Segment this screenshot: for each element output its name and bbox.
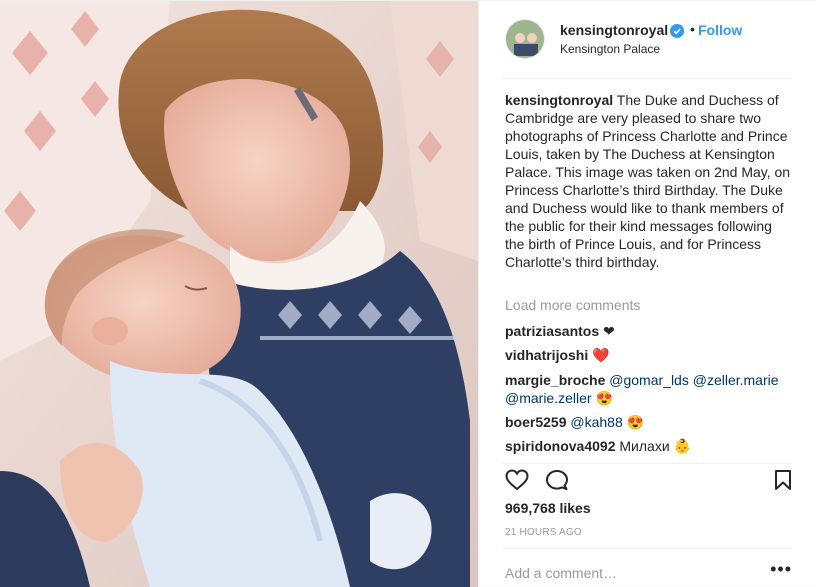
comment-text: 😍 — [626, 414, 645, 430]
comment-username[interactable]: patriziasantos — [505, 323, 599, 339]
action-bar — [503, 467, 793, 493]
comment-item: vidhatrijoshi ❤️ — [505, 346, 795, 364]
photo-illustration — [0, 1, 478, 587]
likes-count[interactable]: 969,768 likes — [505, 500, 591, 516]
comment-text: Милахи 👶 — [619, 438, 691, 454]
comment-item: margie_broche @gomar_lds @zeller.marie @… — [505, 371, 795, 407]
follow-button[interactable]: Follow — [698, 22, 742, 38]
caption-username[interactable]: kensingtonroyal — [505, 92, 613, 108]
post-sidebar: kensingtonroyal • Follow Kensington Pala… — [478, 1, 816, 587]
post-timestamp[interactable]: 21 HOURS AGO — [505, 527, 582, 538]
add-comment-input[interactable]: Add a comment… — [505, 565, 617, 581]
verified-badge-icon — [670, 24, 684, 38]
header-username[interactable]: kensingtonroyal — [560, 22, 668, 38]
header-divider — [503, 78, 792, 79]
comment-mention[interactable]: @zeller.marie — [693, 372, 779, 388]
avatar[interactable] — [505, 19, 545, 59]
footer-divider — [503, 548, 792, 549]
load-more-comments-button[interactable]: Load more comments — [505, 297, 640, 313]
caption-text: The Duke and Duchess of Cambridge are ve… — [505, 92, 791, 270]
comment-username[interactable]: boer5259 — [505, 414, 566, 430]
instagram-post: kensingtonroyal • Follow Kensington Pala… — [0, 0, 816, 587]
comments-divider — [503, 463, 792, 464]
heart-icon[interactable] — [505, 469, 529, 491]
bookmark-icon[interactable] — [773, 469, 793, 491]
more-options-icon[interactable]: ••• — [770, 559, 792, 580]
comment-text: ❤️ — [592, 347, 610, 363]
post-header: kensingtonroyal • Follow Kensington Pala… — [479, 1, 816, 78]
comment-username[interactable]: margie_broche — [505, 372, 605, 388]
comment-icon[interactable] — [545, 469, 569, 491]
post-caption: kensingtonroyal The Duke and Duchess of … — [505, 91, 795, 271]
location-link[interactable]: Kensington Palace — [560, 42, 660, 56]
comment-username[interactable]: spiridonova4092 — [505, 438, 616, 454]
separator-dot: • — [690, 21, 695, 37]
comment-mention[interactable]: @marie.zeller — [505, 390, 592, 406]
comment-item: patriziasantos ❤ — [505, 322, 795, 340]
comment-mention[interactable]: @kah88 — [570, 414, 622, 430]
comment-item: spiridonova4092 Милахи 👶 — [505, 437, 795, 455]
post-photo[interactable] — [0, 1, 478, 587]
comment-item: boer5259 @kah88 😍 — [505, 413, 795, 431]
comment-text: 😍 — [595, 390, 613, 406]
comment-username[interactable]: vidhatrijoshi — [505, 347, 588, 363]
comment-text: ❤ — [603, 323, 615, 339]
comment-mention[interactable]: @gomar_lds — [609, 372, 689, 388]
